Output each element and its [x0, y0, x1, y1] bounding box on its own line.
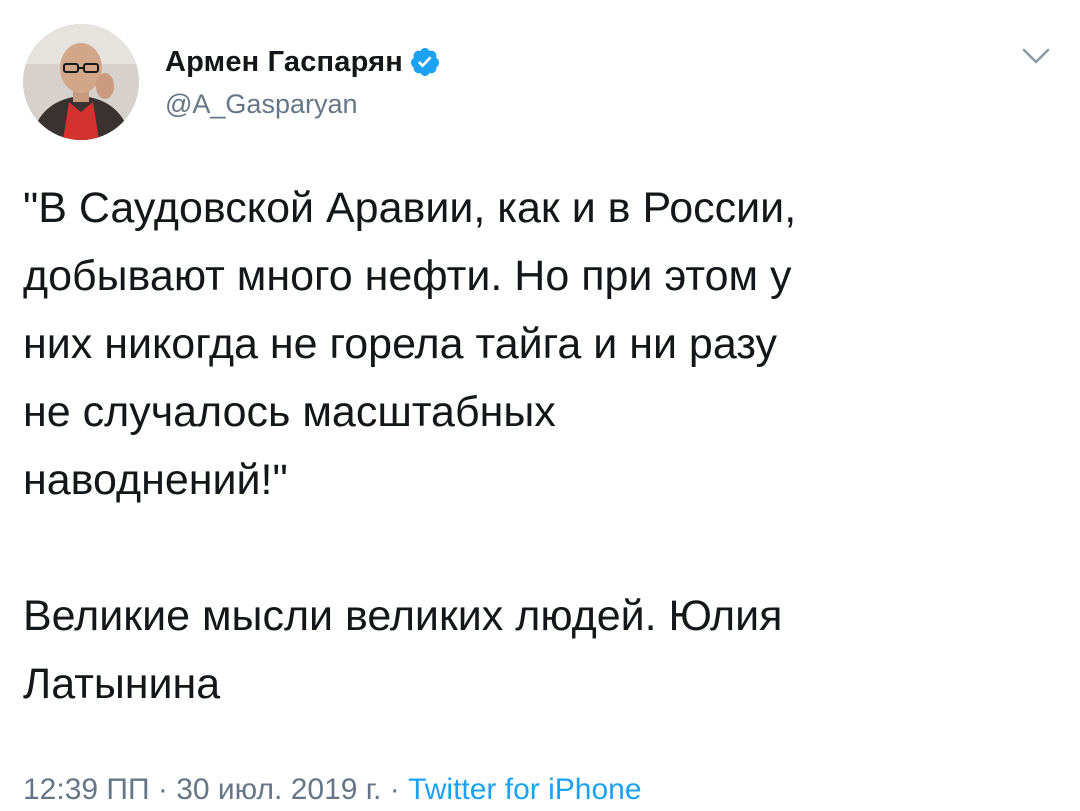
- display-name-row: Армен Гаспарян: [165, 45, 441, 79]
- tweet-time[interactable]: 12:39 ПП: [23, 773, 150, 806]
- meta-separator: ·: [149, 773, 177, 806]
- tweet-source-link[interactable]: Twitter for iPhone: [408, 773, 641, 806]
- verified-badge-icon: [409, 46, 441, 78]
- tweet-date[interactable]: 30 июл. 2019 г.: [176, 773, 381, 806]
- author-block[interactable]: Армен Гаспарян @A_Gasparyan: [165, 45, 441, 120]
- author-display-name[interactable]: Армен Гаспарян: [165, 46, 403, 79]
- profile-photo: [23, 24, 139, 140]
- author-avatar[interactable]: [23, 24, 139, 140]
- author-handle[interactable]: @A_Gasparyan: [165, 89, 441, 120]
- tweet-meta: 12:39 ПП · 30 июл. 2019 г. · Twitter for…: [23, 770, 642, 810]
- tweet-text: "В Саудовской Аравии, как и в России, до…: [23, 184, 797, 708]
- chevron-down-icon[interactable]: [1018, 44, 1054, 68]
- meta-separator: ·: [381, 773, 409, 806]
- tweet: Армен Гаспарян @A_Gasparyan "В Саудовско…: [0, 0, 1080, 811]
